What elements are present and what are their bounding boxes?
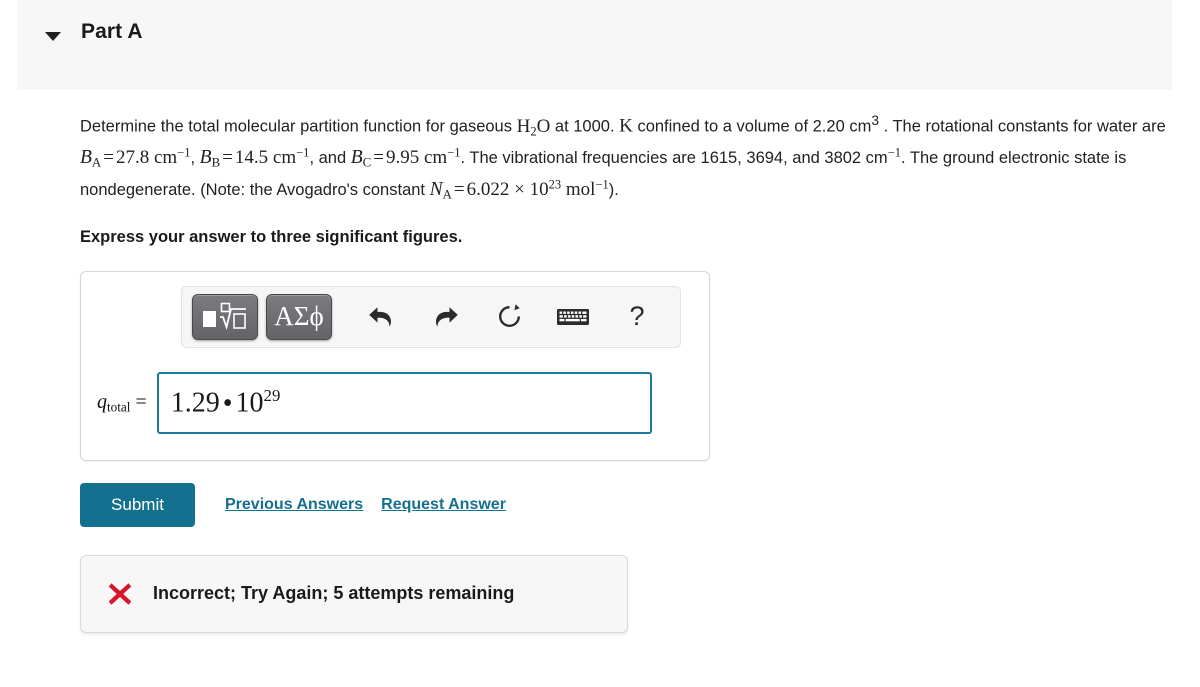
- closing-paren: ).: [608, 181, 619, 200]
- symbol-b-a: BA: [80, 147, 102, 170]
- previous-answers-link[interactable]: Previous Answers: [225, 496, 363, 514]
- keyboard-icon: [557, 308, 589, 325]
- undo-button[interactable]: [358, 297, 404, 337]
- greek-symbols-button[interactable]: ΑΣϕ: [266, 293, 332, 340]
- answer-input[interactable]: 1.29 • 1029: [156, 371, 652, 434]
- vibrational-text: . The vibrational frequencies are 1615, …: [460, 149, 888, 168]
- math-toolbar: ΑΣϕ ?: [181, 285, 681, 348]
- part-header: Part A: [17, 0, 1172, 90]
- value-b-a: 27.8 cm−1: [115, 146, 191, 169]
- red-x-icon: [107, 581, 133, 607]
- answer-label-subscript: total: [107, 398, 131, 414]
- answer-label-equals: =: [130, 390, 147, 413]
- answer-exponent: 29: [263, 386, 281, 406]
- answer-multiply-dot: •: [222, 387, 233, 419]
- symbol-n-a: NA: [429, 179, 452, 202]
- math-template-icon: [203, 302, 246, 330]
- volume-exponent: 3: [871, 113, 879, 128]
- question-body: Determine the total molecular partition …: [0, 90, 1200, 633]
- rotational-intro: . The rotational constants for water are: [878, 117, 1166, 136]
- question-text: Determine the total molecular partition …: [80, 110, 1180, 206]
- temperature-text: at 1000.: [550, 117, 620, 136]
- answer-mantissa: 1.29: [170, 387, 220, 419]
- triangle-down-icon: [45, 31, 61, 41]
- comma-2: , and: [309, 149, 351, 168]
- red-x-glyph: [108, 582, 132, 605]
- collapse-toggle-button[interactable]: [41, 24, 65, 48]
- volume-text: confined to a volume of 2.20 cm: [632, 117, 872, 136]
- express-answer-note: Express your answer to three significant…: [80, 227, 463, 246]
- equals-3: =: [373, 147, 384, 169]
- value-b-c: 9.95 cm−1: [385, 146, 461, 169]
- question-intro: Determine the total molecular partition …: [80, 117, 517, 136]
- equals-4: =: [453, 179, 465, 201]
- reset-icon: [498, 304, 520, 328]
- answer-base: 10: [235, 387, 264, 419]
- answer-label: qtotal =: [97, 391, 147, 415]
- part-a-question-page: Part A Determine the total molecular par…: [0, 0, 1200, 687]
- request-answer-link[interactable]: Request Answer: [381, 496, 506, 514]
- keyboard-button[interactable]: [550, 297, 596, 337]
- help-button[interactable]: ?: [614, 297, 660, 337]
- value-b-b: 14.5 cm−1: [234, 146, 310, 169]
- undo-icon: [368, 307, 391, 327]
- feedback-banner: Incorrect; Try Again; 5 attempts remaini…: [80, 554, 628, 633]
- answer-label-symbol: q: [97, 390, 107, 413]
- answer-panel: ΑΣϕ ? qtotal = 1.29 • 1029: [80, 270, 710, 461]
- redo-button[interactable]: [422, 297, 468, 337]
- kelvin-unit: K: [619, 115, 633, 137]
- formula-h2o: H2O: [516, 115, 551, 139]
- equals-1: =: [103, 147, 114, 169]
- reset-button[interactable]: [486, 297, 532, 337]
- avogadro-value: 6.022 × 1023 mol−1: [466, 177, 609, 201]
- answer-value: 1.29 • 1029: [170, 386, 281, 419]
- question-mark-icon: ?: [629, 301, 645, 332]
- submit-button[interactable]: Submit: [80, 482, 195, 527]
- vibration-exponent: −1: [887, 146, 902, 160]
- feedback-message: Incorrect; Try Again; 5 attempts remaini…: [153, 583, 515, 604]
- page-title: Part A: [81, 20, 143, 43]
- comma-1: ,: [190, 149, 200, 168]
- action-buttons-row: Submit Previous Answers Request Answer: [80, 482, 1200, 527]
- answer-row: qtotal = 1.29 • 1029: [97, 371, 652, 434]
- redo-icon: [435, 307, 458, 327]
- symbol-b-b: BB: [199, 147, 221, 170]
- symbol-b-c: BC: [350, 147, 372, 170]
- equals-2: =: [222, 147, 233, 169]
- math-template-button[interactable]: [192, 293, 258, 340]
- greek-symbols-label: ΑΣϕ: [274, 301, 324, 332]
